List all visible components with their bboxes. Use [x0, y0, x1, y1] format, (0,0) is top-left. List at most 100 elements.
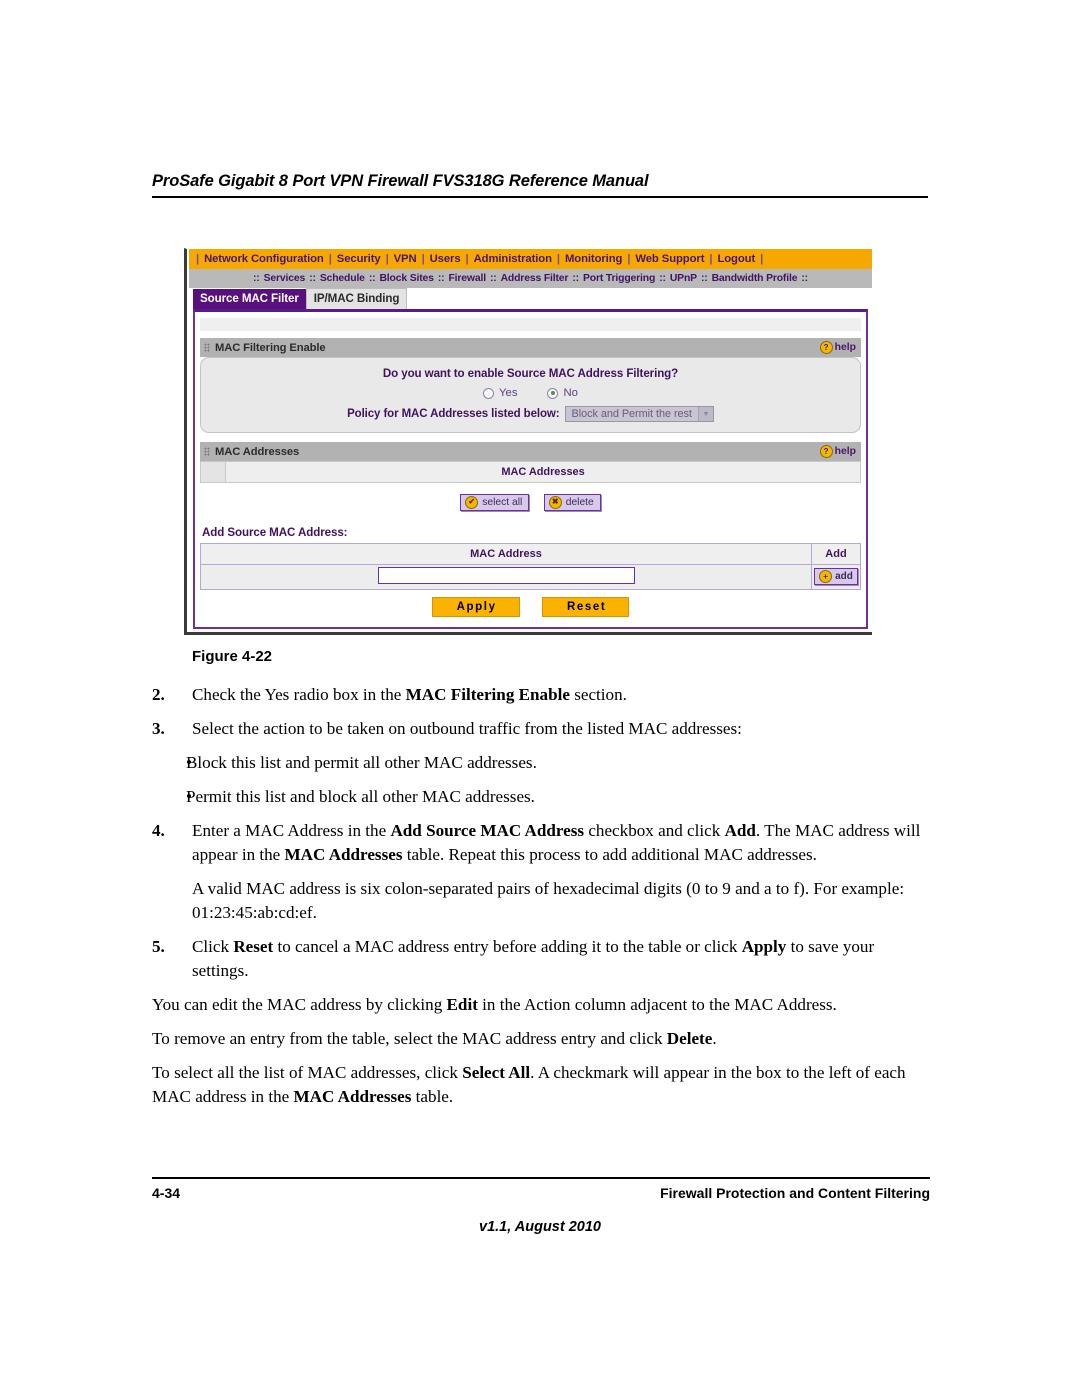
policy-label: Policy for MAC Addresses listed below: [347, 408, 560, 420]
nav-separator: | [760, 253, 764, 265]
nav-item-administration[interactable]: Administration [472, 253, 554, 265]
radio-yes-label: Yes [499, 387, 518, 399]
step-4-part4: table. Repeat this process to add additi… [402, 845, 817, 864]
mac-address-input[interactable] [377, 566, 635, 584]
nav-item-security[interactable]: Security [335, 253, 383, 265]
paragraph-select-all-part1: To select all the list of MAC addresses,… [152, 1063, 463, 1082]
policy-row: Policy for MAC Addresses listed below: B… [211, 406, 850, 422]
tab-ip-mac-binding[interactable]: IP/MAC Binding [305, 288, 408, 309]
step-2-number: 2. [152, 685, 165, 704]
add-button-label: add [835, 571, 853, 582]
panel-title-mac-addresses: MAC Addresses [215, 445, 300, 458]
select-all-button[interactable]: ✔ select all [460, 493, 530, 511]
footer-chapter-title: Firewall Protection and Content Filterin… [660, 1185, 930, 1201]
paragraph-edit: You can edit the MAC address by clicking… [152, 993, 930, 1017]
question-mark-icon: ? [819, 341, 833, 354]
nav-separator: | [421, 253, 425, 265]
grip-icon [204, 343, 210, 352]
delete-button[interactable]: ✖ delete [543, 493, 601, 511]
submenu-separator: :: [489, 273, 497, 284]
paragraph-edit-part1: You can edit the MAC address by clicking [152, 995, 447, 1014]
cross-icon: ✖ [548, 495, 562, 509]
apply-button[interactable]: Apply [431, 596, 520, 617]
nav-separator: | [709, 253, 713, 265]
nav-separator: | [556, 253, 560, 265]
document-body: 2. Check the Yes radio box in the MAC Fi… [152, 683, 930, 1119]
add-table-header-row: MAC Address Add [200, 542, 861, 565]
mac-addresses-table: MAC Addresses [200, 461, 861, 483]
mac-filtering-enable-panel: MAC Filtering Enable ? help Do you want … [200, 338, 861, 433]
policy-select[interactable]: Block and Permit the rest ▼ [565, 406, 714, 422]
submenu-item-schedule[interactable]: Schedule [319, 273, 366, 284]
bullet-text: Permit this list and block all other MAC… [186, 787, 535, 806]
submenu-item-services[interactable]: Services [263, 273, 307, 284]
add-source-mac-table: MAC Address Add + add [200, 542, 861, 590]
question-mark-icon: ? [819, 445, 833, 458]
help-button-addresses[interactable]: ? help [819, 445, 856, 458]
nav-item-network-configuration[interactable]: Network Configuration [202, 253, 326, 265]
column-header-mac-addresses: MAC Addresses [225, 461, 861, 483]
radio-no-icon[interactable] [547, 387, 559, 399]
submenu-separator: :: [700, 273, 708, 284]
submenu-separator: :: [659, 273, 666, 284]
filtering-radio-group: Yes No [211, 387, 850, 399]
step-4-part2: checkbox and click [584, 821, 725, 840]
step-5-part2: to cancel a MAC address entry before add… [273, 937, 742, 956]
step-3-number: 3. [152, 719, 165, 738]
submenu-item-bandwidth-profile[interactable]: Bandwidth Profile [711, 273, 799, 284]
radio-no-label: No [563, 387, 578, 399]
radio-option-yes[interactable]: Yes [483, 387, 517, 399]
policy-select-value: Block and Permit the rest [571, 408, 692, 420]
step-4-bold3: MAC Addresses [284, 845, 403, 864]
plus-icon: + [819, 570, 833, 583]
delete-label: delete [565, 496, 594, 508]
submenu-separator: :: [801, 273, 808, 284]
step-2-part2: section. [569, 685, 627, 704]
footer-version: v1.1, August 2010 [479, 1219, 601, 1235]
grip-icon [204, 447, 210, 456]
nav-item-web-support[interactable]: Web Support [633, 253, 706, 265]
submenu-separator: :: [572, 273, 579, 284]
submenu-separator: :: [253, 273, 260, 284]
main-navigation-bar: | Network Configuration | Security | VPN… [189, 249, 872, 269]
submenu-item-firewall[interactable]: Firewall [447, 273, 487, 284]
submenu-item-port-triggering[interactable]: Port Triggering [582, 273, 656, 284]
sub-navigation-bar: :: Services :: Schedule :: Block Sites :… [189, 269, 872, 288]
submenu-item-block-sites[interactable]: Block Sites [378, 273, 434, 284]
radio-yes-icon[interactable] [483, 387, 495, 399]
submenu-separator: :: [368, 273, 376, 284]
nav-item-logout[interactable]: Logout [715, 253, 757, 265]
step-5-number: 5. [152, 937, 165, 956]
check-icon: ✔ [465, 495, 479, 509]
chevron-down-icon: ▼ [697, 407, 713, 421]
help-button-filtering[interactable]: ? help [819, 341, 856, 354]
list-item: • Permit this list and block all other M… [152, 785, 930, 809]
step-4-bold1: Add Source MAC Address [390, 821, 585, 840]
step-3-text: Select the action to be taken on outboun… [192, 719, 742, 738]
step-3: 3. Select the action to be taken on outb… [152, 717, 930, 741]
reset-button[interactable]: Reset [542, 596, 630, 617]
add-button[interactable]: + add [814, 568, 858, 585]
submenu-item-address-filter[interactable]: Address Filter [500, 273, 570, 284]
mac-address-cell [200, 563, 812, 590]
step-2-bold1: MAC Filtering Enable [405, 685, 570, 704]
tab-strip: Source MAC Filter IP/MAC Binding [189, 288, 872, 309]
submenu-item-upnp[interactable]: UPnP [669, 273, 698, 284]
tab-source-mac-filter[interactable]: Source MAC Filter [193, 289, 306, 309]
submenu-separator: :: [437, 273, 445, 284]
paragraph-remove-bold1: Delete [666, 1029, 713, 1048]
radio-option-no[interactable]: No [547, 387, 578, 399]
step-5-bold2: Apply [741, 937, 787, 956]
nav-item-monitoring[interactable]: Monitoring [563, 253, 624, 265]
column-header-add: Add [811, 542, 861, 565]
nav-item-users[interactable]: Users [428, 253, 463, 265]
mac-filtering-body: Do you want to enable Source MAC Address… [200, 357, 861, 433]
panel-title-mac-filtering-enable: MAC Filtering Enable [215, 341, 326, 354]
nav-separator: | [627, 253, 631, 265]
footer-rule [152, 1177, 930, 1179]
footer-page-number: 4-34 [152, 1185, 181, 1201]
paragraph-select-all-bold1: Select All [462, 1063, 531, 1082]
nav-item-vpn[interactable]: VPN [392, 253, 419, 265]
paragraph-edit-part2: in the Action column adjacent to the MAC… [477, 995, 837, 1014]
step-2: 2. Check the Yes radio box in the MAC Fi… [152, 683, 930, 707]
